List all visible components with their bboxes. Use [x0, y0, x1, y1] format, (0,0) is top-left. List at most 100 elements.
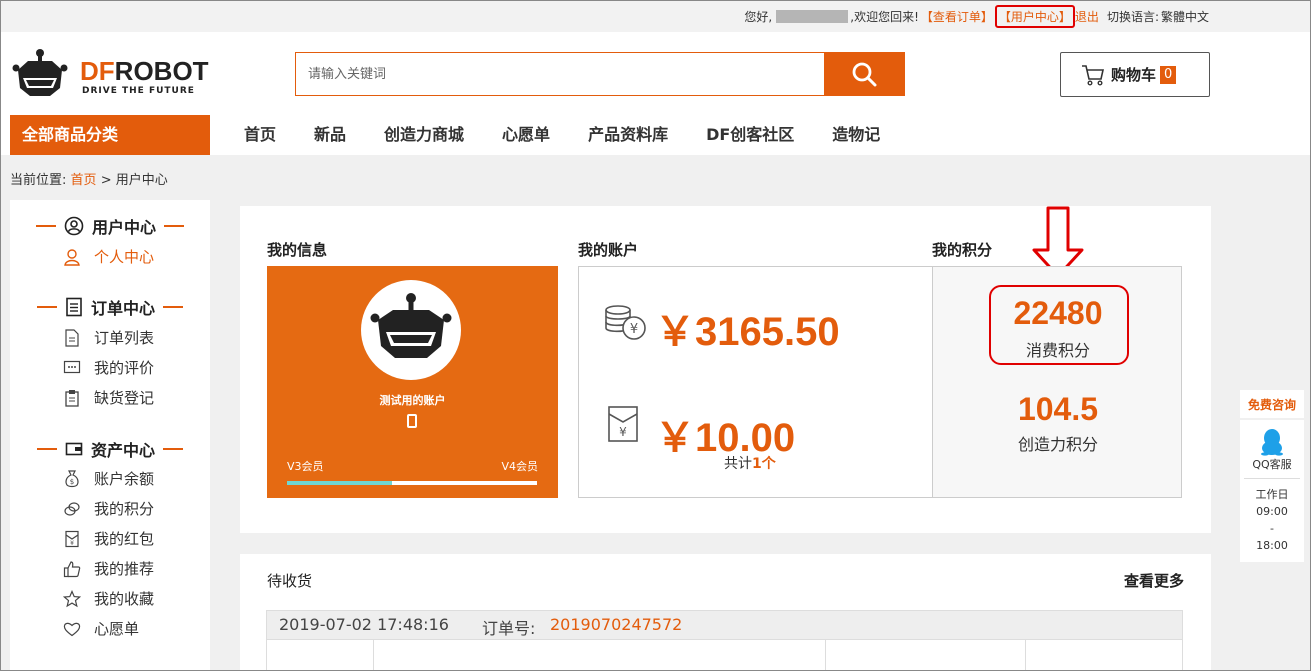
sidebar-item-balance[interactable]: $ 账户余额 [62, 468, 154, 489]
account-overview-panel: 我的信息 我的账户 我的积分 测试用的账户 V3会员 V4会员 ¥ ￥3165.… [240, 206, 1211, 533]
account-name: 测试用的账户 [379, 394, 446, 407]
phone-icon [407, 414, 417, 428]
red-packet-yuan-icon: ¥ [608, 406, 638, 442]
header: DFROBOT DRIVE THE FUTURE 购物车 0 [0, 32, 1311, 116]
red-packet-icon: ¥ [65, 530, 79, 547]
sidebar: 用户中心 个人中心 订单中心 订单列表 我的评价 缺货登记 资产中心 $ 账户余… [10, 200, 210, 671]
section-asset-center: 资产中心 [10, 437, 210, 461]
robot-avatar-icon [370, 293, 452, 358]
order-header-row: 2019-07-02 17:48:16 订单号: 2019070247572 [266, 610, 1183, 640]
sidebar-item-personal-center[interactable]: 个人中心 [62, 246, 154, 267]
logo[interactable]: DFROBOT DRIVE THE FUTURE [12, 48, 232, 98]
comment-icon [63, 360, 81, 373]
svg-text:¥: ¥ [630, 322, 638, 337]
document-icon [65, 328, 79, 347]
nav-item-wishlist[interactable]: 心愿单 [483, 115, 569, 155]
sidebar-item-favorites[interactable]: 我的收藏 [62, 588, 154, 609]
search-button[interactable] [824, 53, 904, 95]
sidebar-item-stock-register[interactable]: 缺货登记 [62, 387, 154, 408]
next-level: V4会员 [501, 460, 538, 473]
creative-points-label: 创造力积分 [1017, 435, 1098, 454]
svg-text:¥: ¥ [70, 540, 74, 547]
masked-username [776, 10, 849, 23]
welcome-text: ,欢迎您回来! [850, 10, 919, 24]
search-icon [852, 62, 877, 87]
order-doc-icon [66, 297, 82, 317]
avatar[interactable] [361, 280, 461, 380]
user-icon [64, 248, 80, 266]
nav-item-new[interactable]: 新品 [295, 115, 365, 155]
qq-service-label: QQ客服 [1252, 458, 1292, 471]
creative-points-value[interactable]: 104.5 [933, 391, 1183, 428]
wallet-icon [65, 442, 83, 456]
logo-wordmark: DFROBOT [80, 56, 209, 86]
sidebar-item-red-packet[interactable]: ¥ 我的红包 [62, 528, 154, 549]
user-circle-icon [64, 216, 84, 236]
thumbs-up-icon [63, 560, 81, 577]
robot-logo-icon [12, 49, 68, 96]
all-categories-button[interactable]: 全部商品分类 [10, 115, 210, 155]
nav-item-community[interactable]: DF创客社区 [687, 115, 813, 155]
clipboard-icon [65, 389, 79, 407]
main-nav: 全部商品分类 首页 新品 创造力商城 心愿单 产品资料库 DF创客社区 造物记 [0, 115, 1311, 155]
breadcrumb: 当前位置: 首页 > 用户中心 [10, 173, 168, 188]
view-more-link[interactable]: 查看更多 [1124, 570, 1184, 591]
top-bar: 您好, ,欢迎您回来! 【查看订单】 【用户中心】 退出 切换语言: 繁體中文 [0, 0, 1311, 32]
pending-title: 待收货 [267, 572, 313, 590]
my-points-title: 我的积分 [932, 241, 993, 259]
nav-item-product-library[interactable]: 产品资料库 [569, 115, 687, 155]
pending-receipt-panel: 待收货 查看更多 2019-07-02 17:48:16 订单号: 201907… [240, 554, 1211, 671]
coins-icon [64, 501, 80, 516]
cart-label: 购物车 [1111, 66, 1157, 84]
balance-amount[interactable]: ￥3165.50 [655, 299, 840, 357]
sidebar-item-my-points[interactable]: 我的积分 [62, 498, 154, 519]
coupon-count: 1个 [752, 456, 776, 472]
order-no-label: 订单号: [482, 619, 536, 638]
order-no-link[interactable]: 2019070247572 [550, 615, 682, 634]
my-info-title: 我的信息 [267, 241, 328, 259]
my-account-box: ¥ ￥3165.50 ¥ ￥10.00 共计1个 [578, 266, 933, 498]
cart-icon [1082, 64, 1104, 86]
sidebar-item-recommend[interactable]: 我的推荐 [62, 558, 154, 579]
my-info-card: 测试用的账户 V3会员 V4会员 [267, 266, 558, 498]
nav-item-creative-mall[interactable]: 创造力商城 [365, 115, 483, 155]
view-orders-link[interactable]: 【查看订单】 [921, 8, 993, 25]
my-account-title: 我的账户 [578, 241, 639, 259]
cart-button[interactable]: 购物车 0 [1060, 52, 1210, 97]
consult-widget: 免费咨询 QQ客服 工作日 09:00 - 18:00 [1240, 390, 1304, 562]
svg-text:$: $ [70, 478, 74, 486]
free-consult-title: 免费咨询 [1240, 390, 1304, 420]
user-center-link[interactable]: 【用户中心】 [994, 5, 1075, 28]
sidebar-item-my-reviews[interactable]: 我的评价 [62, 357, 154, 378]
level-progress-bar [287, 481, 537, 485]
nav-item-home[interactable]: 首页 [225, 115, 295, 155]
sidebar-item-order-list[interactable]: 订单列表 [62, 327, 154, 348]
order-time: 2019-07-02 17:48:16 [279, 615, 449, 634]
nav-item-making[interactable]: 造物记 [813, 115, 899, 155]
section-order-center: 订单中心 [10, 295, 210, 319]
breadcrumb-current: 用户中心 [115, 173, 168, 188]
logo-tagline: DRIVE THE FUTURE [82, 86, 195, 96]
logout-link[interactable]: 退出 [1075, 8, 1099, 25]
order-detail-row [266, 640, 1183, 671]
search-input[interactable] [296, 53, 826, 95]
heart-icon [63, 622, 81, 636]
coupon-total: 共计1个 [724, 456, 776, 472]
consume-points-value[interactable]: 22480 [933, 295, 1183, 332]
greeting-text: 您好, [744, 10, 773, 24]
money-bag-icon: $ [65, 469, 79, 487]
coins-yuan-icon: ¥ [605, 305, 646, 340]
my-points-box: 22480 消费积分 104.5 创造力积分 [932, 266, 1182, 498]
search-bar [295, 52, 905, 96]
current-level: V3会员 [287, 460, 324, 473]
breadcrumb-home-link[interactable]: 首页 [71, 173, 97, 188]
qq-penguin-icon [1261, 429, 1283, 456]
star-icon [63, 589, 81, 607]
lang-link[interactable]: 繁體中文 [1161, 8, 1209, 25]
consume-points-label: 消费积分 [1025, 341, 1090, 360]
svg-text:¥: ¥ [619, 425, 627, 439]
cart-count-badge: 0 [1160, 65, 1177, 84]
switch-lang-label: 切换语言: [1106, 10, 1159, 24]
section-user-center: 用户中心 [10, 214, 210, 238]
sidebar-item-wishlist[interactable]: 心愿单 [62, 618, 139, 639]
